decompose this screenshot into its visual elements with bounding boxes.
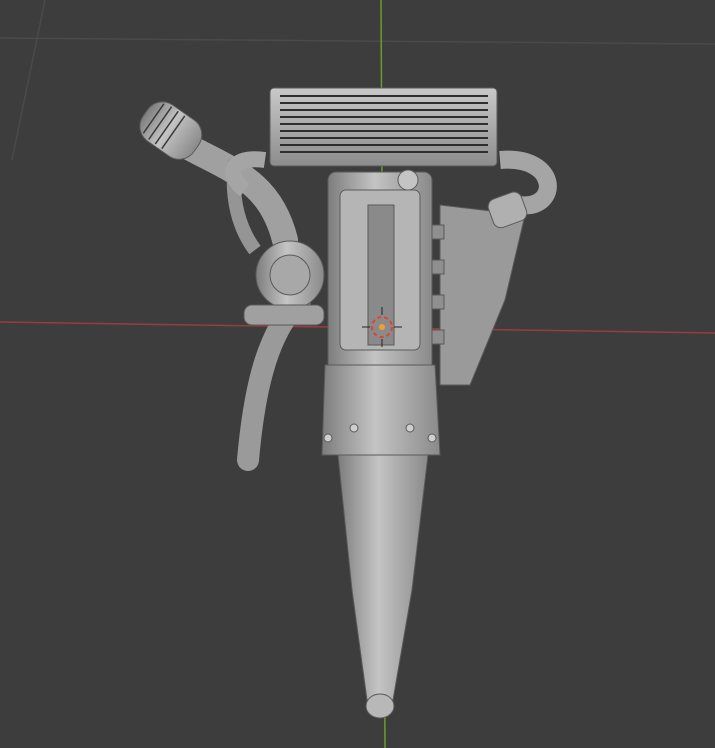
intercooler — [269, 87, 498, 167]
origin-point — [379, 324, 385, 330]
tail-mount — [365, 693, 395, 719]
bellhousing — [321, 364, 441, 456]
transmission — [337, 454, 429, 701]
oil-cap — [397, 169, 419, 191]
3d-viewport[interactable] — [0, 0, 715, 748]
intake-manifold — [439, 204, 526, 386]
engine-model[interactable] — [133, 87, 557, 719]
viewport-canvas[interactable] — [0, 0, 715, 748]
